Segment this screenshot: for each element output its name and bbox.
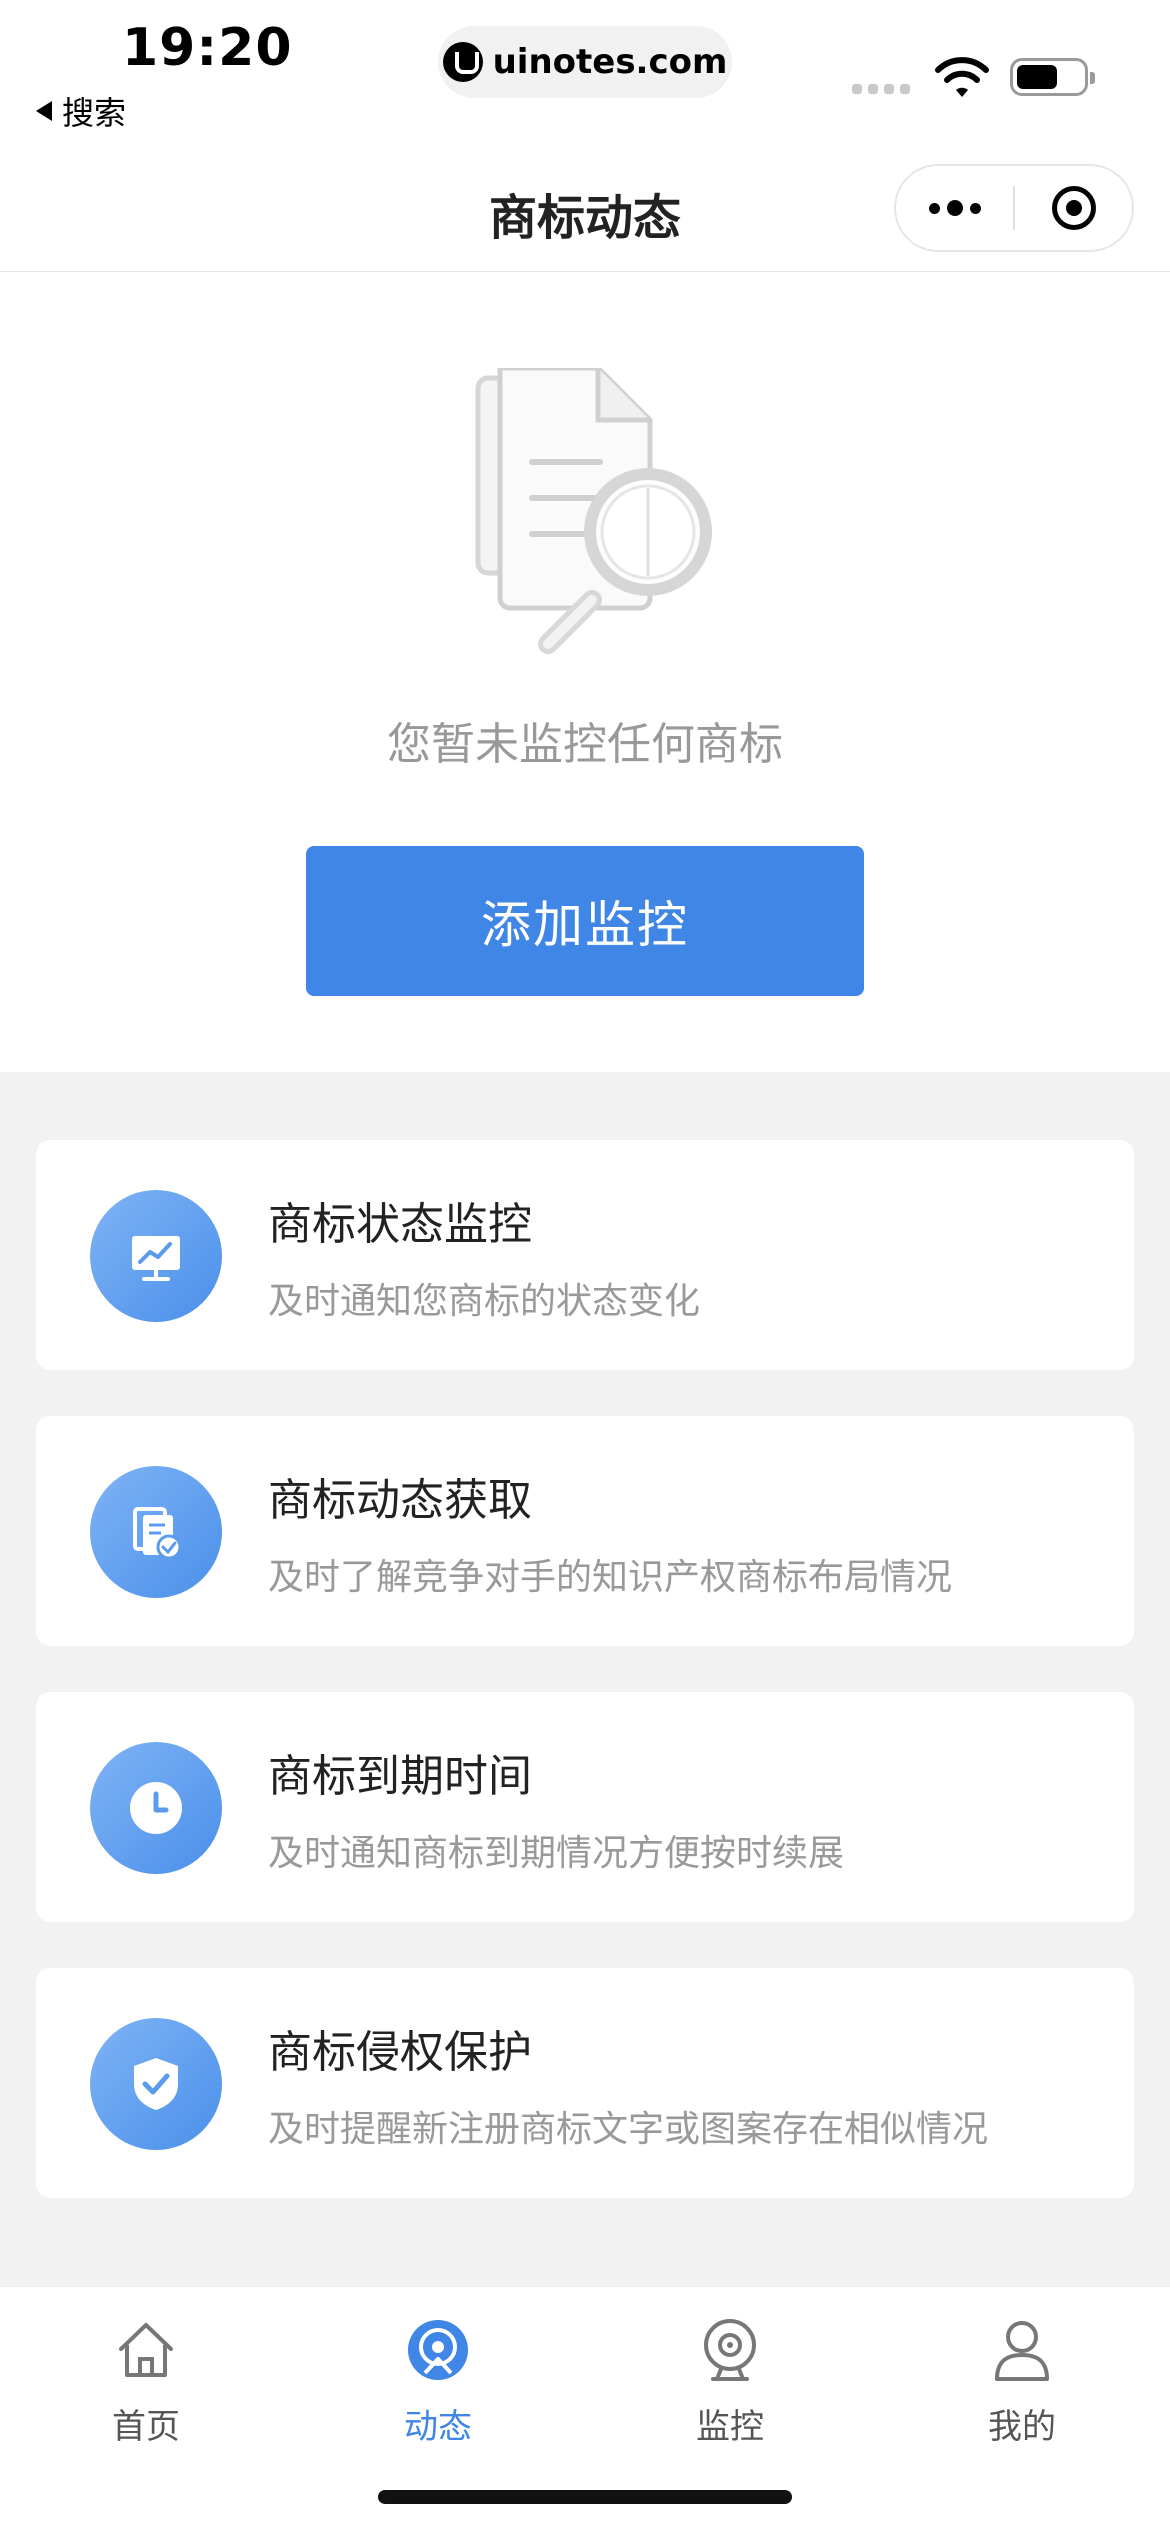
mini-program-capsule (894, 164, 1134, 252)
tab-label: 首页 (112, 2407, 180, 2447)
cellular-signal-icon (852, 84, 910, 94)
tab-monitor[interactable]: 监控 (630, 2315, 830, 2448)
dynamic-icon (408, 2320, 468, 2380)
tab-label: 我的 (988, 2407, 1056, 2447)
feature-card-status[interactable]: 商标状态监控 及时通知您商标的状态变化 (36, 1140, 1134, 1370)
url-text: uinotes.com (492, 42, 728, 82)
feature-title: 商标到期时间 (268, 1751, 532, 1802)
feature-description: 及时通知您商标的状态变化 (268, 1281, 701, 1322)
battery-icon (1010, 58, 1095, 96)
feature-card-expiry[interactable]: 商标到期时间 及时通知商标到期情况方便按时续展 (36, 1692, 1134, 1922)
feature-description: 及时提醒新注册商标文字或图案存在相似情况 (268, 2109, 989, 2150)
site-logo-icon (442, 42, 483, 82)
empty-state-section: 您暂未监控任何商标 添加监控 (0, 272, 1170, 1072)
tab-dynamic[interactable]: 动态 (338, 2315, 538, 2448)
feature-card-dynamics[interactable]: 商标动态获取 及时了解竞争对手的知识产权商标布局情况 (36, 1416, 1134, 1646)
home-icon (119, 2323, 173, 2377)
more-dot-icon (928, 202, 940, 214)
tab-label: 动态 (404, 2407, 472, 2447)
page: 19:20 搜索 uinotes.com 商标动态 您暂未监控任何商标 添加监控… (0, 0, 1170, 2532)
tab-home[interactable]: 首页 (46, 2315, 246, 2448)
clock-icon (90, 1742, 222, 1874)
tab-label: 监控 (696, 2407, 764, 2447)
add-monitor-button[interactable]: 添加监控 (306, 846, 864, 996)
back-to-search-button[interactable]: 搜索 (36, 88, 126, 134)
document-magnifier-icon (475, 368, 712, 654)
user-icon (995, 2321, 1049, 2381)
more-options-button[interactable] (896, 166, 1013, 250)
url-pill[interactable]: uinotes.com (438, 26, 732, 98)
status-bar: 19:20 搜索 uinotes.com (0, 0, 1170, 140)
camera-icon (704, 2319, 756, 2381)
status-time: 19:20 (122, 18, 293, 78)
home-indicator (378, 2490, 792, 2504)
nav-bar: 商标动态 (0, 140, 1170, 272)
feature-title: 商标侵权保护 (268, 2027, 532, 2078)
back-triangle-icon (36, 101, 52, 121)
empty-message: 您暂未监控任何商标 (387, 719, 783, 770)
target-circle-icon (1051, 186, 1096, 230)
wifi-icon (935, 57, 989, 97)
chart-monitor-icon (90, 1190, 222, 1322)
back-label: 搜索 (62, 94, 127, 132)
feature-title: 商标状态监控 (268, 1199, 532, 1250)
feature-description: 及时了解竞争对手的知识产权商标布局情况 (268, 1557, 953, 1598)
feature-description: 及时通知商标到期情况方便按时续展 (268, 1833, 845, 1874)
close-mini-program-button[interactable] (1015, 166, 1132, 250)
documents-check-icon (90, 1466, 222, 1598)
feature-title: 商标动态获取 (268, 1475, 532, 1526)
more-dot-icon (946, 200, 963, 216)
more-dot-icon (969, 202, 981, 214)
shield-check-icon (90, 2018, 222, 2150)
feature-card-infringement[interactable]: 商标侵权保护 及时提醒新注册商标文字或图案存在相似情况 (36, 1968, 1134, 2198)
tab-mine[interactable]: 我的 (922, 2315, 1122, 2448)
